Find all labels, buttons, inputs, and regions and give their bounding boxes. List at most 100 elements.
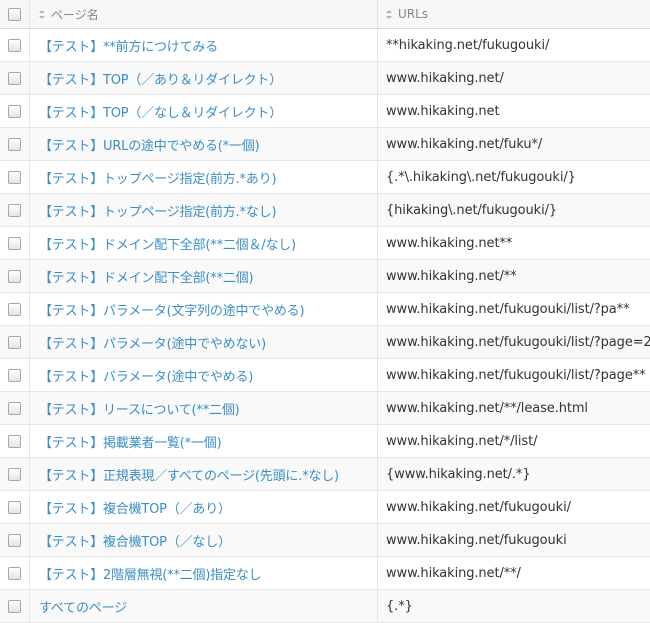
table-row: 【テスト】TOP（／あり＆リダイレクト） www.hikaking.net/ [0, 62, 650, 95]
row-select-cell [0, 359, 30, 391]
url-cell: **hikaking.net/fukugouki/ [378, 29, 650, 61]
url-cell: {www.hikaking.net/.*} [378, 458, 650, 490]
row-select-cell [0, 128, 30, 160]
url-pattern-text: {hikaking\.net/fukugouki/} [386, 202, 558, 218]
table-row: 【テスト】パラメータ(文字列の途中でやめる) www.hikaking.net/f… [0, 293, 650, 326]
url-pattern-text: www.hikaking.net/fukugouki/list/?page** [386, 367, 646, 383]
row-checkbox[interactable] [8, 38, 21, 52]
select-all-checkbox[interactable] [8, 7, 21, 21]
url-cell: www.hikaking.net/fuku*/ [378, 128, 650, 160]
url-cell: www.hikaking.net/fukugouki/list/?page=2 [378, 326, 650, 358]
row-checkbox[interactable] [8, 434, 21, 448]
url-pattern-text: www.hikaking.net/fukugouki/list/?page=2 [386, 334, 650, 350]
page-name-cell: 【テスト】複合機TOP（／あり） [30, 491, 378, 523]
url-pattern-text: {.*} [386, 598, 413, 614]
url-cell: www.hikaking.net/**/lease.html [378, 392, 650, 424]
pages-table: ページ名 URLs 【テスト】**前方につけてみる **hikaking.net/… [0, 0, 650, 623]
page-name-link[interactable]: 【テスト】2階層無視(**二個)指定なし [39, 564, 262, 583]
url-pattern-text: www.hikaking.net/ [386, 70, 504, 86]
table-row: 【テスト】2階層無視(**二個)指定なし www.hikaking.net/**/ [0, 557, 650, 590]
page-name-link[interactable]: 【テスト】正規表現／すべてのページ(先頭に.*なし) [39, 465, 339, 484]
page-name-cell: 【テスト】トップページ指定(前方.*なし) [30, 194, 378, 226]
column-header-name-label: ページ名 [51, 7, 99, 22]
url-cell: www.hikaking.net/**/ [378, 557, 650, 589]
url-cell: www.hikaking.net/*/list/ [378, 425, 650, 457]
page-name-link[interactable]: 【テスト】パラメータ(途中でやめない) [39, 333, 266, 352]
row-checkbox[interactable] [8, 335, 21, 349]
page-name-link[interactable]: 【テスト】TOP（／あり＆リダイレクト） [39, 69, 282, 88]
table-row: 【テスト】パラメータ(途中でやめる) www.hikaking.net/fukug… [0, 359, 650, 392]
row-select-cell [0, 260, 30, 292]
table-header: ページ名 URLs [0, 0, 650, 29]
page-name-link[interactable]: 【テスト】ドメイン配下全部(**二個＆/なし) [39, 234, 296, 253]
page-name-cell: 【テスト】2階層無視(**二個)指定なし [30, 557, 378, 589]
row-select-cell [0, 194, 30, 226]
url-pattern-text: www.hikaking.net** [386, 235, 513, 251]
page-name-link[interactable]: 【テスト】**前方につけてみる [39, 36, 218, 55]
url-pattern-text: {www.hikaking.net/.*} [386, 466, 531, 482]
page-name-cell: 【テスト】掲載業者一覧(*一個) [30, 425, 378, 457]
table-row: 【テスト】トップページ指定(前方.*あり) {.*\.hikaking\.net/… [0, 161, 650, 194]
url-pattern-text: {.*\.hikaking\.net/fukugouki/} [386, 169, 576, 185]
row-checkbox[interactable] [8, 368, 21, 382]
column-header-urls[interactable]: URLs [378, 0, 650, 28]
table-row: 【テスト】**前方につけてみる **hikaking.net/fukugouki/ [0, 29, 650, 62]
url-pattern-text: www.hikaking.net/fukugouki/list/?pa** [386, 301, 630, 317]
row-select-cell [0, 161, 30, 193]
row-checkbox[interactable] [8, 500, 21, 514]
page-name-link[interactable]: 【テスト】TOP（／なし＆リダイレクト） [39, 102, 282, 121]
page-name-link[interactable]: 【テスト】複合機TOP（／なし） [39, 531, 231, 550]
row-checkbox[interactable] [8, 137, 21, 151]
row-checkbox[interactable] [8, 599, 21, 613]
page-name-cell: 【テスト】TOP（／あり＆リダイレクト） [30, 62, 378, 94]
column-header-urls-label: URLs [398, 7, 429, 21]
row-checkbox[interactable] [8, 203, 21, 217]
url-cell: www.hikaking.net/** [378, 260, 650, 292]
row-select-cell [0, 326, 30, 358]
table-row: 【テスト】複合機TOP（／なし） www.hikaking.net/fukugou… [0, 524, 650, 557]
row-checkbox[interactable] [8, 467, 21, 481]
row-checkbox[interactable] [8, 533, 21, 547]
row-checkbox[interactable] [8, 71, 21, 85]
row-checkbox[interactable] [8, 566, 21, 580]
page-name-link[interactable]: 【テスト】URLの途中でやめる(*一個) [39, 135, 260, 154]
row-checkbox[interactable] [8, 269, 21, 283]
page-name-link[interactable]: 【テスト】ドメイン配下全部(**二個) [39, 267, 254, 286]
page-name-cell: 【テスト】TOP（／なし＆リダイレクト） [30, 95, 378, 127]
url-pattern-text: www.hikaking.net/**/ [386, 565, 521, 581]
page-name-link[interactable]: 【テスト】複合機TOP（／あり） [39, 498, 231, 517]
table-row: 【テスト】掲載業者一覧(*一個) www.hikaking.net/*/list/ [0, 425, 650, 458]
url-pattern-text: www.hikaking.net/fukugouki/ [386, 499, 571, 515]
page-name-cell: 【テスト】複合機TOP（／なし） [30, 524, 378, 556]
page-name-link[interactable]: 【テスト】パラメータ(途中でやめる) [39, 366, 253, 385]
page-name-link[interactable]: 【テスト】トップページ指定(前方.*あり) [39, 168, 277, 187]
sort-icon [39, 9, 45, 19]
row-checkbox[interactable] [8, 170, 21, 184]
page-name-link[interactable]: すべてのページ [39, 597, 127, 616]
page-name-link[interactable]: 【テスト】トップページ指定(前方.*なし) [39, 201, 277, 220]
select-all-cell [0, 0, 30, 28]
sort-icon [386, 9, 392, 19]
page-name-cell: 【テスト】パラメータ(途中でやめない) [30, 326, 378, 358]
row-select-cell [0, 95, 30, 127]
table-row: 【テスト】リースについて(**二個) www.hikaking.net/**/le… [0, 392, 650, 425]
url-pattern-text: www.hikaking.net/** [386, 268, 517, 284]
page-name-cell: 【テスト】正規表現／すべてのページ(先頭に.*なし) [30, 458, 378, 490]
column-header-name[interactable]: ページ名 [30, 0, 378, 28]
page-name-cell: 【テスト】**前方につけてみる [30, 29, 378, 61]
url-pattern-text: **hikaking.net/fukugouki/ [386, 37, 550, 53]
page-name-link[interactable]: 【テスト】リースについて(**二個) [39, 399, 240, 418]
url-cell: www.hikaking.net [378, 95, 650, 127]
row-checkbox[interactable] [8, 401, 21, 415]
url-cell: www.hikaking.net/fukugouki/list/?pa** [378, 293, 650, 325]
row-select-cell [0, 524, 30, 556]
page-name-link[interactable]: 【テスト】パラメータ(文字列の途中でやめる) [39, 300, 305, 319]
page-name-cell: 【テスト】パラメータ(途中でやめる) [30, 359, 378, 391]
row-checkbox[interactable] [8, 104, 21, 118]
url-pattern-text: www.hikaking.net/*/list/ [386, 433, 538, 449]
url-pattern-text: www.hikaking.net/fuku*/ [386, 136, 543, 152]
page-name-link[interactable]: 【テスト】掲載業者一覧(*一個) [39, 432, 222, 451]
row-checkbox[interactable] [8, 302, 21, 316]
url-cell: {.*\.hikaking\.net/fukugouki/} [378, 161, 650, 193]
row-checkbox[interactable] [8, 236, 21, 250]
